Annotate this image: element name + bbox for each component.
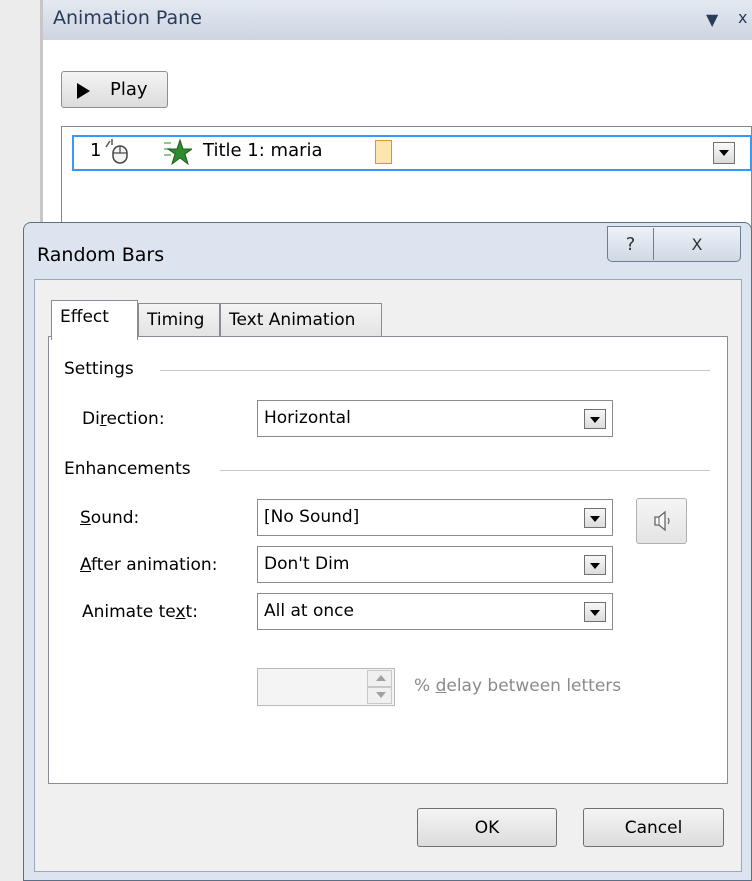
speaker-icon [654, 510, 670, 532]
pane-menu-chevron-icon[interactable]: ▼ [706, 10, 718, 29]
direction-label: Direction: [82, 409, 165, 429]
pane-close-icon[interactable]: x [738, 8, 747, 27]
cancel-label: Cancel [624, 817, 683, 838]
close-icon: X [691, 234, 703, 254]
animate-text-select[interactable]: All at once [257, 593, 613, 630]
mouse-click-icon [105, 139, 128, 164]
help-icon: ? [625, 233, 636, 255]
tab-effect-label: Effect [60, 307, 109, 327]
settings-divider [160, 370, 710, 371]
after-animation-value: Don't Dim [264, 554, 350, 574]
chevron-down-icon [590, 563, 600, 569]
tab-effect[interactable]: Effect [51, 300, 138, 340]
delay-spinner[interactable] [257, 668, 395, 706]
cancel-button[interactable]: Cancel [583, 808, 724, 847]
after-animation-dropdown-button[interactable] [584, 555, 606, 575]
sound-select[interactable]: [No Sound] [257, 499, 613, 536]
direction-select[interactable]: Horizontal [257, 400, 613, 437]
animation-pane-title: Animation Pane [53, 7, 202, 29]
animate-text-label: Animate text: [82, 602, 198, 622]
animate-text-dropdown-button[interactable] [584, 602, 606, 622]
tab-text-animation[interactable]: Text Animation [220, 303, 382, 337]
animation-item-label: Title 1: maria [203, 140, 323, 161]
after-animation-select[interactable]: Don't Dim [257, 546, 613, 583]
animation-item-number: 1 [90, 140, 102, 161]
animate-text-value: All at once [264, 601, 354, 621]
ok-button[interactable]: OK [417, 808, 557, 847]
delay-between-letters-label: % delay between letters [414, 676, 622, 696]
play-button[interactable]: Play [61, 71, 168, 108]
chevron-down-icon [590, 417, 600, 423]
dialog-close-button[interactable]: X [654, 226, 740, 262]
chevron-down-icon [376, 692, 386, 698]
settings-group-label: Settings [64, 359, 140, 379]
sound-volume-button[interactable] [636, 498, 687, 544]
green-star-icon [164, 138, 192, 166]
direction-dropdown-button[interactable] [584, 409, 606, 429]
animation-item-dropdown[interactable] [713, 142, 735, 164]
tab-timing-label: Timing [147, 310, 205, 330]
help-button[interactable]: ? [608, 226, 653, 262]
sound-dropdown-button[interactable] [584, 508, 606, 528]
tab-text-animation-label: Text Animation [229, 310, 356, 330]
dialog-title: Random Bars [37, 244, 165, 266]
spinner-up-button[interactable] [367, 670, 392, 687]
direction-value: Horizontal [264, 408, 351, 428]
enhancements-divider [220, 470, 710, 471]
chevron-down-icon [719, 150, 729, 156]
sound-value: [No Sound] [264, 507, 360, 527]
animation-timing-bar [375, 140, 392, 164]
tab-timing[interactable]: Timing [138, 303, 220, 337]
chevron-up-icon [376, 675, 386, 681]
ok-label: OK [474, 817, 500, 838]
play-label: Play [110, 79, 148, 100]
chevron-down-icon [590, 516, 600, 522]
play-icon [77, 83, 90, 99]
sound-label: Sound: [80, 508, 140, 528]
enhancements-group-label: Enhancements [64, 459, 197, 479]
spinner-down-button[interactable] [367, 687, 392, 704]
chevron-down-icon [590, 610, 600, 616]
after-animation-label: After animation: [80, 555, 218, 575]
